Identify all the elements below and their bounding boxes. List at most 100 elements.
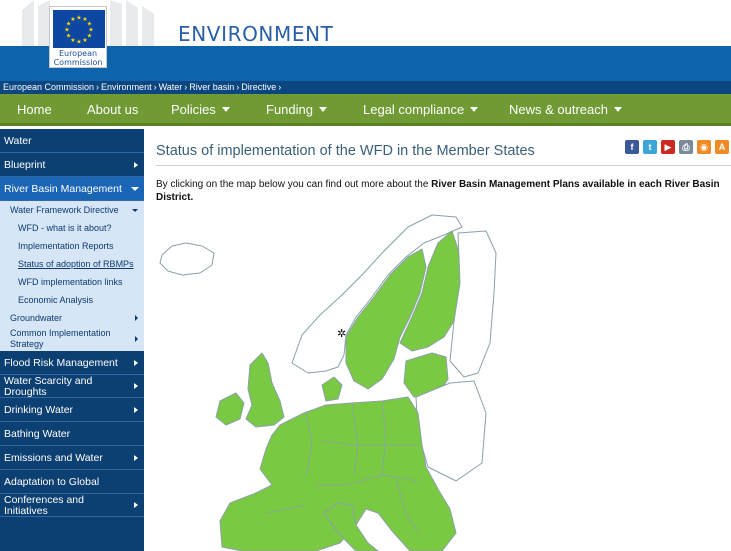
rss-icon[interactable]: ◉ — [697, 140, 711, 154]
logo-caption: European Commission — [50, 49, 106, 67]
sidebar-item-river-basin-management[interactable]: River Basin Management — [0, 177, 144, 201]
chevron-down-icon — [132, 209, 138, 212]
chevron-down-icon — [221, 107, 230, 112]
breadcrumb-separator: › — [278, 82, 282, 92]
submenu-item-label: WFD - what is it about? — [18, 223, 112, 233]
map-region-denmark[interactable] — [321, 376, 343, 402]
sidebar-item-label: Blueprint — [4, 159, 46, 171]
facebook-icon[interactable]: f — [625, 140, 639, 154]
nav-funding-label: Funding — [266, 102, 313, 117]
sidebar-item-water-scarcity[interactable]: Water Scarcity and Droughts — [0, 375, 144, 398]
eu-star-icon: ★ — [76, 39, 81, 46]
nav-news-outreach-label: News & outreach — [509, 102, 608, 117]
nav-legal-compliance[interactable]: Legal compliance — [363, 94, 479, 124]
breadcrumb-link[interactable]: Environment — [101, 82, 152, 92]
sidebar-item-label: Conferences and Initiatives — [4, 494, 84, 517]
nav-legal-compliance-label: Legal compliance — [363, 102, 465, 117]
intro-text-plain: By clicking on the map below you can fin… — [156, 179, 432, 190]
chevron-right-icon — [135, 336, 138, 342]
submenu-item-implementation-reports[interactable]: Implementation Reports — [0, 237, 144, 255]
chevron-right-icon — [134, 383, 138, 389]
header-band — [0, 46, 731, 81]
breadcrumb: European Commission › Environment › Water › Ri… — [0, 81, 731, 94]
sidebar-item-emissions-reuse[interactable]: Emissions and Water Reuse — [0, 446, 144, 488]
eu-star-icon: ★ — [70, 16, 75, 23]
sidebar-item-drinking-water[interactable]: Drinking Water — [0, 398, 144, 422]
nav-policies-label: Policies — [171, 102, 216, 117]
sidebar-item-flood-risk[interactable]: Flood Risk Management — [0, 351, 144, 375]
eu-star-icon: ★ — [82, 37, 87, 44]
sidebar-item-label: Flood Risk Management — [4, 357, 118, 369]
text-size-icon[interactable]: A — [715, 140, 729, 154]
submenu-item-label: Water Framework Directive — [10, 205, 119, 215]
eu-star-icon: ★ — [64, 27, 69, 34]
chevron-right-icon — [134, 454, 138, 461]
chevron-down-icon — [470, 107, 479, 112]
sidebar-item-label: River Basin Management — [4, 183, 122, 195]
logo-caption-line2: Commission — [53, 58, 103, 67]
submenu-item-common-implementation[interactable]: Common Implementation Strategy — [0, 327, 144, 351]
sidebar: Water Blueprint River Basin Management W… — [0, 129, 144, 551]
sidebar-item-conferences[interactable]: Conferences and Initiatives — [0, 494, 144, 517]
chevron-right-icon — [134, 359, 138, 366]
site-title: ENVIRONMENT — [178, 22, 334, 46]
submenu-item-label: Economic Analysis — [18, 295, 94, 305]
map-region-ireland[interactable] — [215, 392, 245, 426]
submenu-item-wfd-links[interactable]: WFD implementation links — [0, 273, 144, 291]
title-divider — [156, 165, 731, 166]
breadcrumb-link[interactable]: European Commission — [3, 82, 94, 92]
twitter-icon[interactable]: t — [643, 140, 657, 154]
breadcrumb-link[interactable]: River basin — [189, 82, 234, 92]
chevron-right-icon — [135, 315, 138, 321]
sidebar-submenu: Water Framework Directive WFD - what is … — [0, 201, 144, 351]
sidebar-item-label: Drinking Water — [4, 404, 74, 416]
nav-about-us-label: About us — [87, 102, 139, 117]
nav-policies[interactable]: Policies — [171, 94, 230, 124]
breadcrumb-link[interactable]: Directive — [241, 82, 276, 92]
sidebar-item-label: Water — [4, 135, 32, 147]
submenu-item-label: Status of adoption of RBMPs — [18, 259, 134, 269]
submenu-item-groundwater[interactable]: Groundwater — [0, 309, 144, 327]
main-content: Status of implementation of the WFD in t… — [156, 129, 731, 551]
submenu-item-wfd[interactable]: Water Framework Directive — [0, 201, 144, 219]
submenu-item-economic-analysis[interactable]: Economic Analysis — [0, 291, 144, 309]
sidebar-item-bathing-water[interactable]: Bathing Water — [0, 422, 144, 446]
eu-star-icon: ★ — [66, 33, 71, 40]
submenu-item-wfd-about[interactable]: WFD - what is it about? — [0, 219, 144, 237]
chevron-right-icon — [134, 161, 138, 168]
map-region-iceland — [159, 242, 215, 276]
sidebar-item-water[interactable]: Water — [0, 129, 144, 153]
breadcrumb-separator: › — [96, 82, 100, 92]
europe-map[interactable]: ✲ — [156, 213, 731, 551]
eu-flag-icon: ★ ★ ★ ★ ★ ★ ★ ★ ★ ★ ★ ★ — [53, 10, 105, 48]
breadcrumb-separator: › — [153, 82, 157, 92]
print-icon[interactable]: ⎙ — [679, 140, 693, 154]
share-toolbar: f t ▶ ⎙ ◉ A — [621, 140, 729, 156]
nav-news-outreach[interactable]: News & outreach — [509, 94, 622, 124]
map-region-united-kingdom[interactable] — [245, 352, 285, 428]
sidebar-item-adaptation[interactable]: Adaptation to Global Change — [0, 470, 144, 512]
submenu-item-label: Common Implementation Strategy — [10, 328, 111, 349]
nav-funding[interactable]: Funding — [266, 94, 327, 124]
chevron-down-icon — [614, 107, 622, 112]
chevron-down-icon — [318, 107, 327, 112]
chevron-right-icon — [134, 406, 138, 413]
chevron-down-icon — [131, 186, 139, 191]
eu-star-icon: ★ — [87, 21, 92, 28]
ec-logo[interactable]: ★ ★ ★ ★ ★ ★ ★ ★ ★ ★ ★ ★ European Commission — [49, 6, 107, 68]
submenu-item-label: Implementation Reports — [18, 241, 114, 251]
submenu-item-status-rbmps[interactable]: Status of adoption of RBMPs — [0, 255, 144, 273]
submenu-item-label: Groundwater — [10, 313, 63, 323]
sidebar-item-blueprint[interactable]: Blueprint — [0, 153, 144, 177]
sidebar-item-label: Water Scarcity and Droughts — [4, 375, 93, 398]
intro-text: By clicking on the map below you can fin… — [156, 178, 724, 204]
breadcrumb-link[interactable]: Water — [159, 82, 183, 92]
submenu-item-label: WFD implementation links — [18, 277, 123, 287]
map-marker-icon: ✲ — [337, 327, 346, 340]
eu-star-icon: ★ — [76, 15, 81, 22]
nav-home[interactable]: Home — [17, 94, 52, 124]
nav-home-label: Home — [17, 102, 52, 117]
nav-about-us[interactable]: About us — [87, 94, 138, 124]
page-title: Status of implementation of the WFD in t… — [156, 143, 535, 159]
youtube-icon[interactable]: ▶ — [661, 140, 675, 154]
